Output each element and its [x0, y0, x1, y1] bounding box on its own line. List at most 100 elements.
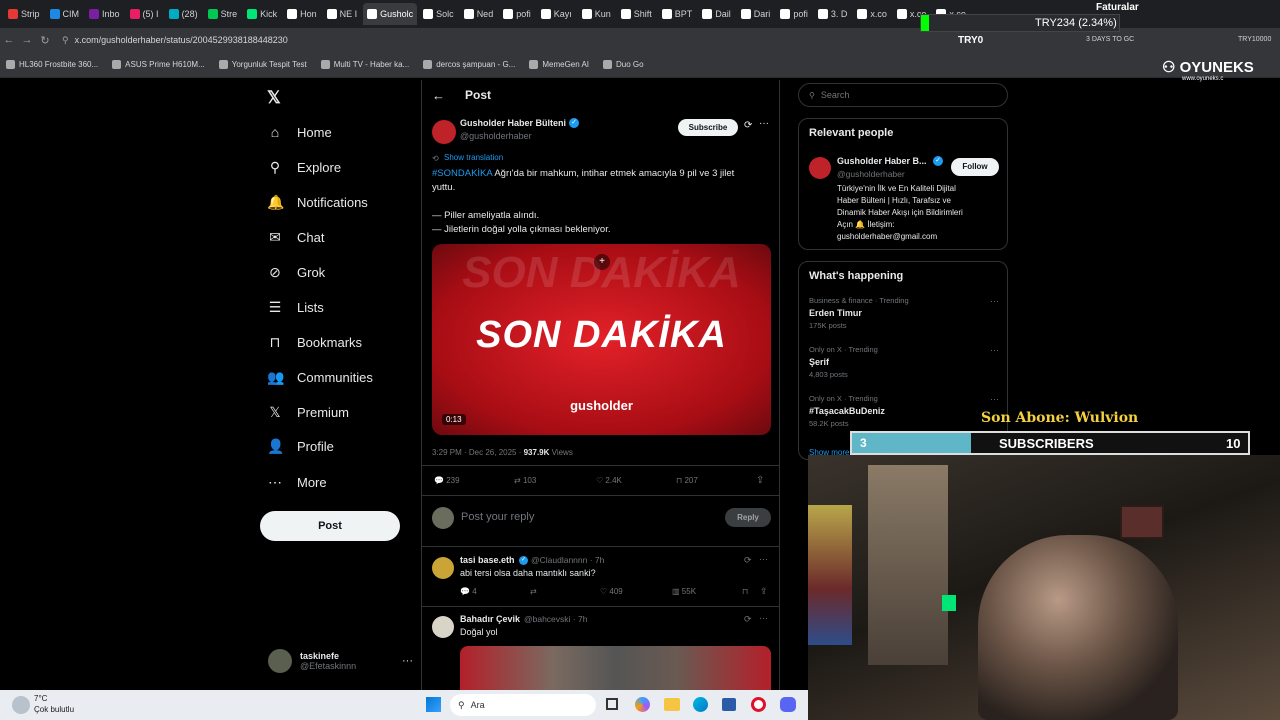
nav-item-profile[interactable]: 👤 Profile — [267, 438, 334, 455]
browser-tab[interactable]: Kayı — [537, 3, 576, 25]
copilot-icon[interactable] — [635, 697, 650, 712]
reload-icon[interactable]: ↻ — [36, 34, 54, 47]
reply-input[interactable]: Post your reply — [461, 511, 534, 523]
grok-enhance-icon[interactable]: + — [594, 254, 610, 270]
like-stat[interactable]: ♡ 2.4K — [596, 476, 622, 485]
bookmark-item[interactable]: MemeGen AI — [529, 60, 589, 69]
back-arrow-icon[interactable]: ← — [432, 88, 445, 103]
site-info-icon[interactable]: ⚲ — [62, 35, 69, 46]
reply1-like-stat[interactable]: ♡ 409 — [600, 587, 623, 596]
discord-icon[interactable] — [780, 697, 796, 712]
nav-item-communities[interactable]: 👥 Communities — [267, 369, 373, 386]
browser-tab[interactable]: (28) — [165, 3, 202, 25]
browser-tab[interactable]: Inbo — [85, 3, 124, 25]
author-handle[interactable]: @gusholderhaber — [460, 131, 532, 141]
more-icon[interactable]: ··· — [759, 118, 769, 129]
browser-tab[interactable]: Stre — [204, 3, 242, 25]
reply1-share-icon[interactable]: ⇪ — [760, 586, 768, 597]
author-avatar[interactable] — [432, 120, 456, 144]
timestamp-text[interactable]: 3:29 PM · Dec 26, 2025 · — [432, 448, 524, 457]
bookmark-stat[interactable]: ⊓ 207 — [676, 476, 698, 485]
reply1-name[interactable]: tasi base.eth — [460, 555, 515, 565]
reply1-reply-stat[interactable]: 💬 4 — [460, 587, 477, 596]
reply2-avatar[interactable] — [432, 616, 454, 638]
edge-icon[interactable] — [693, 697, 708, 712]
bookmark-item[interactable]: Multi TV - Haber ka... — [320, 60, 409, 69]
post-button[interactable]: Post — [260, 511, 400, 541]
browser-tab[interactable]: pofi — [776, 3, 812, 25]
grok-icon[interactable]: ⟳ — [744, 120, 752, 131]
show-translation-link[interactable]: Show translation — [444, 153, 503, 162]
bookmark-item[interactable]: Duo Go — [603, 60, 644, 69]
start-icon[interactable] — [426, 697, 441, 712]
browser-tab[interactable]: Gusholc — [363, 3, 418, 25]
search-input[interactable]: Search — [821, 90, 850, 100]
reply1-bookmark-icon[interactable]: ⊓ — [742, 587, 748, 596]
browser-tab[interactable]: pofi — [499, 3, 535, 25]
bookmark-item[interactable]: Yorgunluk Tespit Test — [218, 60, 307, 69]
reply1-more-icon[interactable]: ··· — [759, 554, 768, 564]
bookmark-item[interactable]: HL360 Frostbite 360... — [6, 60, 98, 69]
browser-tab[interactable]: x.co — [853, 3, 891, 25]
share-icon[interactable]: ⇪ — [756, 475, 764, 486]
nav-item-grok[interactable]: ⊘ Grok — [267, 264, 325, 281]
reply2-more-icon[interactable]: ··· — [759, 613, 768, 623]
opera-icon[interactable] — [751, 697, 766, 712]
trend-more-icon[interactable]: ··· — [990, 394, 999, 404]
person-handle[interactable]: @gusholderhaber — [837, 169, 905, 179]
browser-tab[interactable]: Solc — [419, 3, 458, 25]
browser-tab[interactable]: BPT — [658, 3, 697, 25]
video-player[interactable]: SON DAKİKA + SON DAKİKA gusholder 0:13 — [432, 244, 771, 435]
reply2-media[interactable] — [460, 646, 771, 690]
author-name[interactable]: Gusholder Haber Bülteni — [460, 118, 566, 128]
bookmark-item[interactable]: ASUS Prime H610M... — [112, 60, 205, 69]
nav-item-home[interactable]: ⌂ Home — [267, 124, 332, 140]
reply1-view-stat[interactable]: ▥ 55K — [672, 587, 696, 596]
reply1-grok-icon[interactable]: ⟳ — [744, 555, 752, 566]
follow-button[interactable]: Follow — [951, 158, 999, 176]
task-view-icon[interactable] — [606, 698, 618, 710]
back-icon[interactable]: ← — [0, 34, 18, 46]
browser-tab[interactable]: Ned — [460, 3, 498, 25]
nav-item-notifications[interactable]: 🔔 Notifications — [267, 194, 368, 211]
trend-item[interactable]: Only on X · Trending Şerif 4,803 posts ··· — [809, 345, 999, 379]
store-icon[interactable] — [722, 698, 736, 711]
reply1-handle[interactable]: @Claudlannnn · 7h — [531, 555, 604, 565]
browser-tab[interactable]: CIM — [46, 3, 84, 25]
nav-item-chat[interactable]: ✉ Chat — [267, 229, 324, 246]
nav-item-bookmarks[interactable]: ⊓ Bookmarks — [267, 334, 363, 351]
file-explorer-icon[interactable] — [664, 698, 680, 711]
more-options-icon[interactable]: ··· — [402, 655, 413, 667]
account-switcher[interactable]: taskinefe @Efetaskinnn ··· — [268, 646, 413, 676]
browser-tab[interactable]: Dail — [698, 3, 735, 25]
browser-tab[interactable]: 3. D — [814, 3, 852, 25]
forward-icon[interactable]: → — [18, 34, 36, 46]
browser-tab[interactable]: Shift — [617, 3, 656, 25]
bookmark-item[interactable]: dercos şampuan - G... — [423, 60, 515, 69]
trend-item[interactable]: Business & finance · Trending Erden Timur… — [809, 296, 999, 330]
taskbar-search[interactable]: ⚲ Ara — [450, 694, 596, 716]
url-field[interactable]: ⚲ x.com/gusholderhaber/status/2004529938… — [62, 35, 288, 46]
trend-more-icon[interactable]: ··· — [990, 296, 999, 306]
subscribe-button[interactable]: Subscribe — [678, 119, 738, 136]
reply-stat[interactable]: 💬 239 — [434, 476, 460, 485]
browser-tab[interactable]: (5) I — [126, 3, 163, 25]
x-logo[interactable]: 𝕏 — [267, 88, 281, 108]
browser-tab[interactable]: Kick — [243, 3, 281, 25]
person-avatar[interactable] — [809, 157, 831, 179]
reply1-avatar[interactable] — [432, 557, 454, 579]
repost-stat[interactable]: ⇄ 103 — [514, 476, 536, 485]
weather-icon[interactable] — [12, 696, 30, 714]
nav-item-explore[interactable]: ⚲ Explore — [267, 159, 341, 176]
browser-tab[interactable]: Strip — [4, 3, 44, 25]
nav-item-lists[interactable]: ☰ Lists — [267, 299, 324, 316]
trend-more-icon[interactable]: ··· — [990, 345, 999, 355]
hashtag-link[interactable]: #SONDAKİKA — [432, 168, 492, 179]
weather-temp[interactable]: 7°C — [34, 694, 47, 703]
trend-item[interactable]: Only on X · Trending #TaşacakBuDeniz 58.2K… — [809, 394, 999, 428]
reply2-name[interactable]: Bahadır Çevik — [460, 614, 520, 624]
nav-item-premium[interactable]: 𝕏 Premium — [267, 404, 349, 421]
browser-tab[interactable]: Dari — [737, 3, 775, 25]
browser-tab[interactable]: Kun — [578, 3, 615, 25]
reply2-handle[interactable]: @bahcevski · 7h — [524, 614, 587, 624]
